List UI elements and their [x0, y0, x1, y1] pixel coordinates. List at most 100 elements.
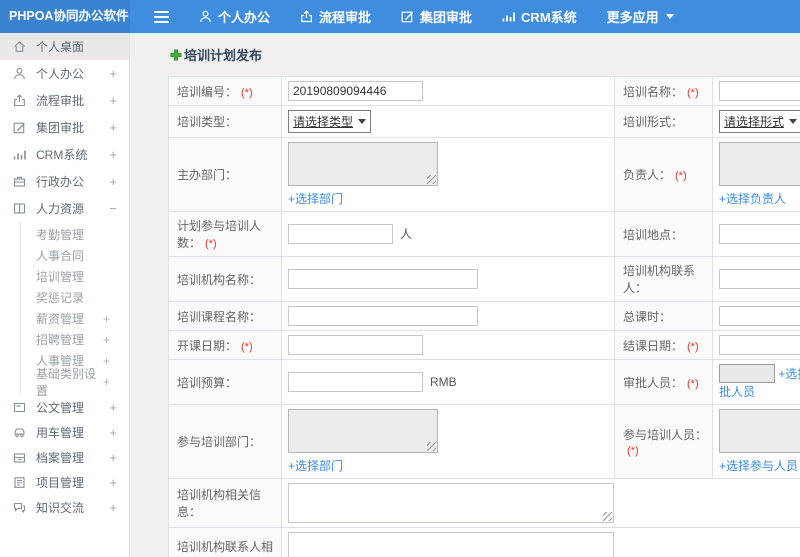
required-marker: (*) — [241, 86, 253, 99]
training-name-input[interactable] — [719, 81, 800, 101]
chat-icon — [13, 501, 27, 515]
training-code-input[interactable] — [288, 81, 423, 101]
nav-group-approval[interactable]: 集团审批 — [401, 7, 472, 26]
budget-input[interactable] — [288, 372, 423, 392]
field-label: 结课日期： (*) — [614, 330, 713, 360]
sidebar-item-crm[interactable]: CRM系统 + — [0, 141, 129, 168]
sidebar-item-knowledge[interactable]: 知识交流 + — [0, 495, 129, 520]
end-date-input[interactable] — [719, 335, 800, 355]
join-person-textarea[interactable] — [719, 409, 800, 453]
training-mode-select[interactable]: 请选择形式 — [719, 110, 800, 133]
field-label: 主办部门： — [168, 137, 282, 212]
sidebar-subitem-recruitment[interactable]: 招聘管理 + — [21, 329, 129, 350]
org-contact-input[interactable] — [719, 269, 800, 289]
sidebar-item-group-approval[interactable]: 集团审批 + — [0, 114, 129, 141]
training-type-select[interactable]: 请选择类型 — [288, 110, 372, 133]
start-date-input[interactable] — [288, 335, 423, 355]
field-label: 培训名称： (*) — [614, 76, 713, 106]
sidebar-subitem-base-category[interactable]: 基础类别设置 + — [21, 367, 129, 398]
sidebar-subitem-label: 考勤管理 — [36, 228, 85, 242]
nav-personal-office[interactable]: 个人办公 — [199, 7, 270, 26]
nav-crm[interactable]: CRM系统 — [502, 7, 577, 26]
flow-icon — [13, 94, 27, 108]
sidebar-item-personal-desktop[interactable]: 个人桌面 — [0, 33, 129, 60]
nav-label: 集团审批 — [420, 10, 473, 25]
leader-textarea[interactable] — [719, 142, 800, 186]
nav-label: 流程审批 — [319, 10, 372, 25]
sidebar-item-projects[interactable]: 项目管理 + — [0, 470, 129, 495]
select-join-person-link[interactable]: +选择参与人员 — [719, 457, 798, 474]
sidebar-item-personal-office[interactable]: 个人办公 + — [0, 60, 129, 87]
sidebar-subitem-label: 招聘管理 — [36, 333, 85, 347]
nav-label: 个人办公 — [218, 10, 271, 25]
field-label: 培训机构相关信息： — [168, 478, 282, 528]
approver-input[interactable] — [719, 364, 775, 383]
field-label: 培训机构联系人： — [614, 256, 713, 302]
form-row-count-location: 计划参与培训人数： (*) 人 培训地点： — [168, 211, 800, 257]
hr-icon — [13, 202, 27, 216]
plan-count-input[interactable] — [288, 224, 393, 244]
field-label: 参与培训人员：(*) — [614, 404, 713, 479]
sidebar-item-documents[interactable]: 公文管理 + — [0, 395, 129, 420]
required-marker: (*) — [241, 340, 253, 353]
field-label: 开课日期： (*) — [168, 330, 282, 360]
caret-down-icon — [789, 119, 798, 124]
sidebar-item-label: 档案管理 — [36, 451, 85, 465]
sidebar-item-label: 用车管理 — [36, 426, 85, 440]
required-marker: (*) — [675, 170, 687, 182]
user-icon — [199, 10, 218, 23]
expand-plus-icon: + — [109, 500, 117, 515]
form-row-dates: 开课日期： (*) 结课日期： (*) — [168, 330, 800, 360]
nav-workflow-approval[interactable]: 流程审批 — [300, 7, 371, 26]
sidebar-item-archives[interactable]: 档案管理 + — [0, 445, 129, 470]
join-dept-textarea[interactable] — [288, 409, 438, 453]
host-dept-textarea[interactable] — [288, 142, 438, 186]
location-input[interactable] — [719, 224, 800, 244]
sidebar-item-label: 人力资源 — [36, 202, 85, 216]
sidebar-subitem-reward-record[interactable]: 奖惩记录 — [21, 287, 129, 308]
sidebar-item-label: 个人桌面 — [36, 40, 85, 54]
expand-plus-icon: + — [109, 174, 117, 189]
sidebar-subitem-hr-contract[interactable]: 人事合同 — [21, 245, 129, 266]
required-marker: (*) — [205, 238, 217, 250]
field-label: 培训形式： — [614, 105, 713, 138]
select-dept-link[interactable]: +选择部门 — [288, 190, 343, 207]
sidebar-item-hr[interactable]: 人力资源 − — [0, 195, 129, 222]
select-join-dept-link[interactable]: +选择部门 — [288, 457, 343, 474]
sidebar-subitem-label: 人事合同 — [36, 249, 85, 263]
total-hours-input[interactable] — [719, 306, 800, 326]
expand-plus-icon: + — [109, 120, 117, 135]
sidebar-item-label: 集团审批 — [36, 121, 85, 135]
field-label: 培训地点： — [614, 211, 713, 257]
sidebar-subitem-label: 基础类别设置 — [36, 366, 97, 398]
main-content: 培训计划发布 培训编号：(*) 培训名称：(*) 培训类型： 请选择类型 培训形… — [130, 33, 800, 557]
form-row-org-info: 培训机构相关信息： — [168, 478, 800, 528]
sidebar-subitem-training[interactable]: 培训管理 — [21, 266, 129, 287]
expand-plus-icon: + — [109, 66, 117, 81]
org-info-textarea[interactable] — [288, 483, 614, 523]
select-leader-link[interactable]: +选择负责人 — [719, 190, 786, 207]
nav-more-apps[interactable]: 更多应用 — [607, 7, 674, 26]
required-marker: (*) — [687, 377, 699, 390]
form-row-join: 参与培训部门： +选择部门 参与培训人员：(*) +选择参与人员 — [168, 404, 800, 479]
required-marker: (*) — [687, 340, 699, 353]
org-contact-info-textarea[interactable] — [288, 532, 614, 557]
doc-icon — [13, 401, 27, 415]
user-icon — [13, 67, 27, 81]
hamburger-menu-icon[interactable] — [154, 8, 169, 26]
sidebar-subitem-salary[interactable]: 薪资管理 + — [21, 308, 129, 329]
form-row-orgname-orgcontact: 培训机构名称： 培训机构联系人： — [168, 256, 800, 302]
org-name-input[interactable] — [288, 269, 478, 289]
archive-icon — [13, 451, 27, 465]
expand-plus-icon: + — [102, 332, 110, 347]
sidebar-subitem-attendance[interactable]: 考勤管理 — [21, 224, 129, 245]
unit-suffix: 人 — [400, 227, 413, 241]
nav-label: 更多应用 — [606, 10, 659, 25]
sidebar-item-vehicles[interactable]: 用车管理 + — [0, 420, 129, 445]
form-row-budget-approver: 培训预算： RMB 审批人员：(*) +选择审批人员 — [168, 359, 800, 405]
sidebar-item-admin-office[interactable]: 行政办公 + — [0, 168, 129, 195]
sidebar-item-workflow-approval[interactable]: 流程审批 + — [0, 87, 129, 114]
home-icon — [13, 40, 27, 54]
expand-plus-icon: + — [102, 311, 110, 326]
course-name-input[interactable] — [288, 306, 478, 326]
